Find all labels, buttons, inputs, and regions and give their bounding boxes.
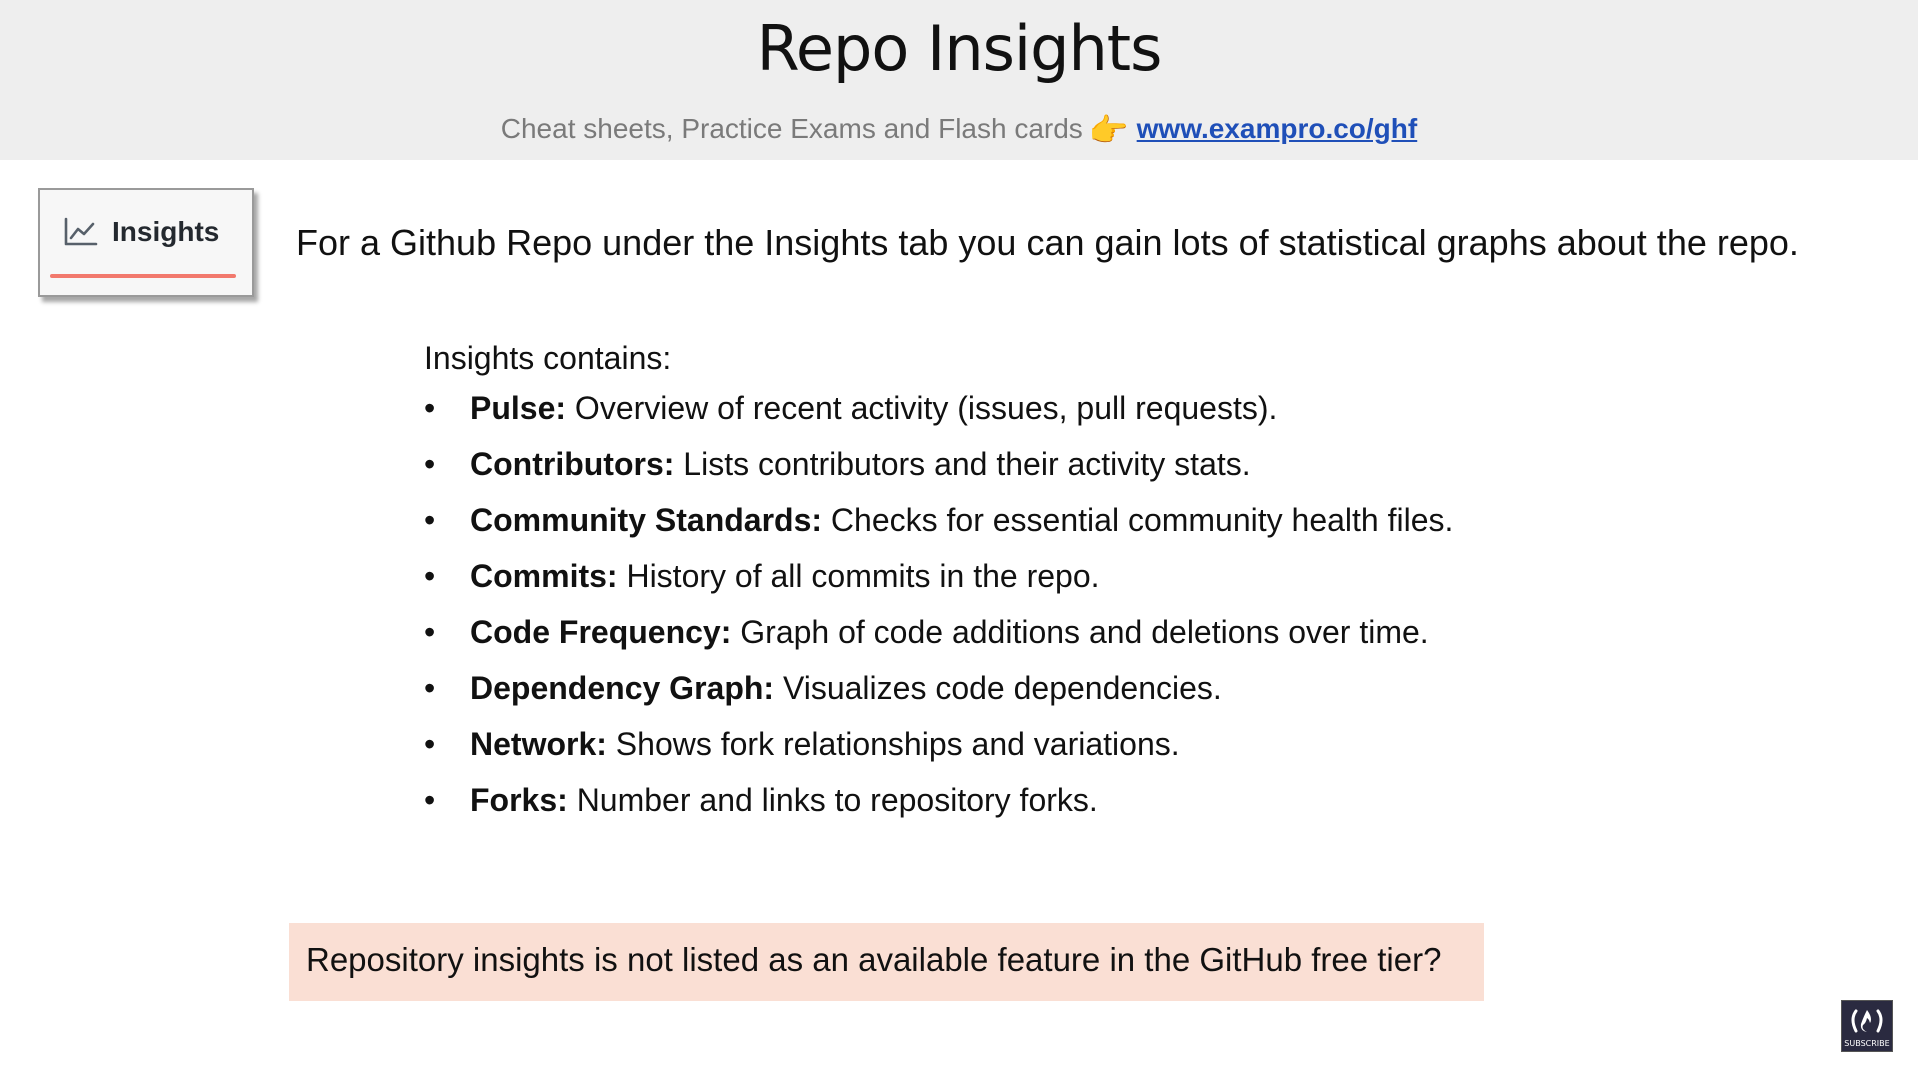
list-item-pulse: • Pulse: Overview of recent activity (iss…: [424, 386, 1453, 442]
freecodecamp-logo-icon[interactable]: SUBSCRIBE: [1841, 1000, 1893, 1052]
item-desc: Overview of recent activity (issues, pul…: [566, 390, 1278, 426]
bullet-dot: •: [424, 782, 436, 818]
list-item-code-frequency: • Code Frequency: Graph of code additions…: [424, 610, 1453, 666]
subscribe-caption: SUBSCRIBE: [1844, 1039, 1890, 1048]
bullet-dot: •: [424, 614, 436, 650]
pointing-hand-icon: 👉: [1088, 112, 1129, 148]
lead-sentence: For a Github Repo under the Insights tab…: [296, 222, 1799, 263]
item-desc: Checks for essential community health fi…: [822, 502, 1454, 538]
item-term: Forks:: [470, 782, 568, 818]
bullet-dot: •: [424, 502, 436, 538]
flame-icon: [1851, 1009, 1883, 1033]
exampro-link[interactable]: www.exampro.co/ghf: [1137, 113, 1418, 144]
item-desc: History of all commits in the repo.: [617, 558, 1100, 594]
item-desc: Visualizes code dependencies.: [774, 670, 1222, 706]
slide: Repo Insights Cheat sheets, Practice Exa…: [0, 0, 1918, 1079]
bullet-dot: •: [424, 390, 436, 426]
item-term: Contributors:: [470, 446, 675, 482]
list-item-forks: • Forks: Number and links to repository f…: [424, 778, 1453, 834]
item-desc: Graph of code additions and deletions ov…: [731, 614, 1429, 650]
subtitle-text: Cheat sheets, Practice Exams and Flash c…: [500, 113, 1083, 144]
header-band: Repo Insights Cheat sheets, Practice Exa…: [0, 0, 1918, 160]
insights-tab-screenshot: Insights: [38, 188, 254, 297]
active-tab-underline: [50, 274, 236, 278]
list-heading: Insights contains:: [424, 340, 672, 376]
item-term: Code Frequency:: [470, 614, 732, 650]
note-callout: Repository insights is not listed as an …: [289, 923, 1484, 1001]
bullet-dot: •: [424, 726, 436, 762]
note-text: Repository insights is not listed as an …: [306, 941, 1442, 978]
subtitle: Cheat sheets, Practice Exams and Flash c…: [0, 111, 1918, 149]
list-item-community-standards: • Community Standards: Checks for essenti…: [424, 498, 1453, 554]
item-term: Dependency Graph:: [470, 670, 775, 706]
item-term: Commits:: [470, 558, 618, 594]
item-desc: Lists contributors and their activity st…: [674, 446, 1251, 482]
bullet-dot: •: [424, 446, 436, 482]
item-term: Pulse:: [470, 390, 567, 426]
list-item-network: • Network: Shows fork relationships and v…: [424, 722, 1453, 778]
list-item-contributors: • Contributors: Lists contributors and th…: [424, 442, 1453, 498]
item-term: Community Standards:: [470, 502, 823, 538]
item-desc: Shows fork relationships and variations.: [606, 726, 1180, 762]
item-term: Network:: [470, 726, 607, 762]
item-desc: Number and links to repository forks.: [567, 782, 1098, 818]
insights-tab: Insights: [64, 216, 219, 248]
insights-list: • Pulse: Overview of recent activity (iss…: [424, 386, 1453, 834]
list-item-commits: • Commits: History of all commits in the …: [424, 554, 1453, 610]
graph-icon: [64, 217, 98, 246]
bullet-dot: •: [424, 670, 436, 706]
list-item-dependency-graph: • Dependency Graph: Visualizes code depen…: [424, 666, 1453, 722]
page-title: Repo Insights: [756, 12, 1163, 85]
insights-tab-label: Insights: [112, 216, 220, 247]
bullet-dot: •: [424, 558, 436, 594]
